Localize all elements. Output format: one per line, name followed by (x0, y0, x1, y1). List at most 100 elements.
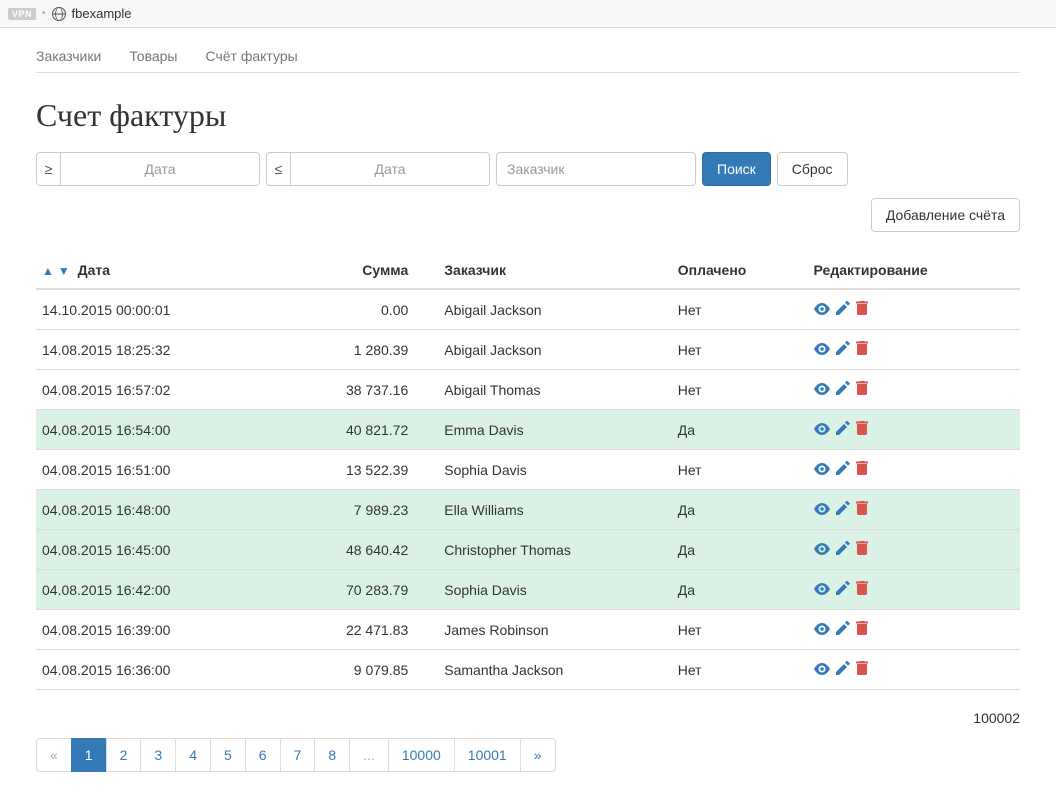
delete-icon[interactable] (856, 461, 868, 478)
reset-button[interactable]: Сброс (777, 152, 848, 186)
filter-row: ≥ ≤ Поиск Сброс (36, 152, 1020, 186)
cell-date: 04.08.2015 16:54:00 (36, 410, 273, 450)
page-10001[interactable]: 10001 (454, 738, 521, 772)
customer-filter-input[interactable] (496, 152, 696, 186)
delete-icon[interactable] (856, 501, 868, 518)
edit-icon[interactable] (836, 421, 850, 438)
edit-icon[interactable] (836, 381, 850, 398)
nav-tab-goods[interactable]: Товары (129, 48, 177, 64)
globe-icon (52, 7, 66, 21)
edit-icon[interactable] (836, 461, 850, 478)
sort-desc-icon[interactable]: ▼ (58, 264, 70, 278)
table-row: 04.08.2015 16:57:0238 737.16Abigail Thom… (36, 370, 1020, 410)
cell-date: 04.08.2015 16:42:00 (36, 570, 273, 610)
cell-actions (808, 530, 1020, 570)
col-edit: Редактирование (808, 252, 1020, 289)
table-row: 04.08.2015 16:54:0040 821.72Emma DavisДа (36, 410, 1020, 450)
cell-paid: Нет (672, 610, 808, 650)
view-icon[interactable] (814, 542, 830, 558)
search-button[interactable]: Поиск (702, 152, 771, 186)
table-row: 04.08.2015 16:51:0013 522.39Sophia Davis… (36, 450, 1020, 490)
delete-icon[interactable] (856, 581, 868, 598)
vpn-badge: VPN (8, 8, 36, 20)
page-next[interactable]: » (520, 738, 556, 772)
browser-bar: VPN • fbexample (0, 0, 1056, 28)
page-ellipsis: ... (349, 738, 389, 772)
page-6[interactable]: 6 (245, 738, 281, 772)
cell-actions (808, 330, 1020, 370)
view-icon[interactable] (814, 382, 830, 398)
edit-icon[interactable] (836, 661, 850, 678)
page-5[interactable]: 5 (210, 738, 246, 772)
delete-icon[interactable] (856, 541, 868, 558)
table-row: 04.08.2015 16:45:0048 640.42Christopher … (36, 530, 1020, 570)
cell-actions (808, 450, 1020, 490)
cell-customer: Abigail Jackson (438, 289, 671, 330)
edit-icon[interactable] (836, 301, 850, 318)
total-count: 100002 (36, 710, 1020, 726)
delete-icon[interactable] (856, 381, 868, 398)
delete-icon[interactable] (856, 341, 868, 358)
edit-icon[interactable] (836, 621, 850, 638)
cell-date: 04.08.2015 16:39:00 (36, 610, 273, 650)
col-paid: Оплачено (672, 252, 808, 289)
cell-paid: Да (672, 410, 808, 450)
nav-tab-customers[interactable]: Заказчики (36, 48, 101, 64)
delete-icon[interactable] (856, 421, 868, 438)
cell-sum: 70 283.79 (273, 570, 439, 610)
table-row: 04.08.2015 16:36:009 079.85Samantha Jack… (36, 650, 1020, 690)
cell-paid: Да (672, 490, 808, 530)
view-icon[interactable] (814, 502, 830, 518)
view-icon[interactable] (814, 622, 830, 638)
page-8[interactable]: 8 (314, 738, 350, 772)
cell-paid: Нет (672, 450, 808, 490)
cell-customer: Sophia Davis (438, 450, 671, 490)
cell-date: 04.08.2015 16:57:02 (36, 370, 273, 410)
sort-asc-icon[interactable]: ▲ (42, 264, 54, 278)
cell-date: 14.10.2015 00:00:01 (36, 289, 273, 330)
edit-icon[interactable] (836, 541, 850, 558)
cell-customer: Emma Davis (438, 410, 671, 450)
view-icon[interactable] (814, 462, 830, 478)
cell-customer: Sophia Davis (438, 570, 671, 610)
edit-icon[interactable] (836, 581, 850, 598)
col-customer: Заказчик (438, 252, 671, 289)
filter-date-to-group: ≤ (266, 152, 490, 186)
view-icon[interactable] (814, 422, 830, 438)
page-7[interactable]: 7 (280, 738, 316, 772)
cell-sum: 38 737.16 (273, 370, 439, 410)
page-10000[interactable]: 10000 (388, 738, 455, 772)
cell-actions (808, 650, 1020, 690)
view-icon[interactable] (814, 342, 830, 358)
add-invoice-button[interactable]: Добавление счёта (871, 198, 1020, 232)
table-row: 04.08.2015 16:48:007 989.23Ella Williams… (36, 490, 1020, 530)
date-to-input[interactable] (290, 152, 490, 186)
separator-dot: • (42, 8, 46, 19)
cell-customer: Christopher Thomas (438, 530, 671, 570)
cell-actions (808, 370, 1020, 410)
cell-sum: 0.00 (273, 289, 439, 330)
edit-icon[interactable] (836, 341, 850, 358)
page-4[interactable]: 4 (175, 738, 211, 772)
table-row: 04.08.2015 16:39:0022 471.83James Robins… (36, 610, 1020, 650)
page-1[interactable]: 1 (71, 738, 107, 772)
gte-symbol: ≥ (36, 152, 60, 186)
cell-customer: Abigail Jackson (438, 330, 671, 370)
date-from-input[interactable] (60, 152, 260, 186)
cell-sum: 7 989.23 (273, 490, 439, 530)
cell-sum: 40 821.72 (273, 410, 439, 450)
view-icon[interactable] (814, 302, 830, 318)
delete-icon[interactable] (856, 661, 868, 678)
nav-tab-invoices[interactable]: Счёт фактуры (206, 48, 298, 64)
cell-paid: Да (672, 570, 808, 610)
delete-icon[interactable] (856, 621, 868, 638)
delete-icon[interactable] (856, 301, 868, 318)
table-row: 04.08.2015 16:42:0070 283.79Sophia Davis… (36, 570, 1020, 610)
cell-date: 04.08.2015 16:48:00 (36, 490, 273, 530)
edit-icon[interactable] (836, 501, 850, 518)
cell-date: 04.08.2015 16:45:00 (36, 530, 273, 570)
page-2[interactable]: 2 (106, 738, 142, 772)
view-icon[interactable] (814, 582, 830, 598)
page-3[interactable]: 3 (140, 738, 176, 772)
view-icon[interactable] (814, 662, 830, 678)
